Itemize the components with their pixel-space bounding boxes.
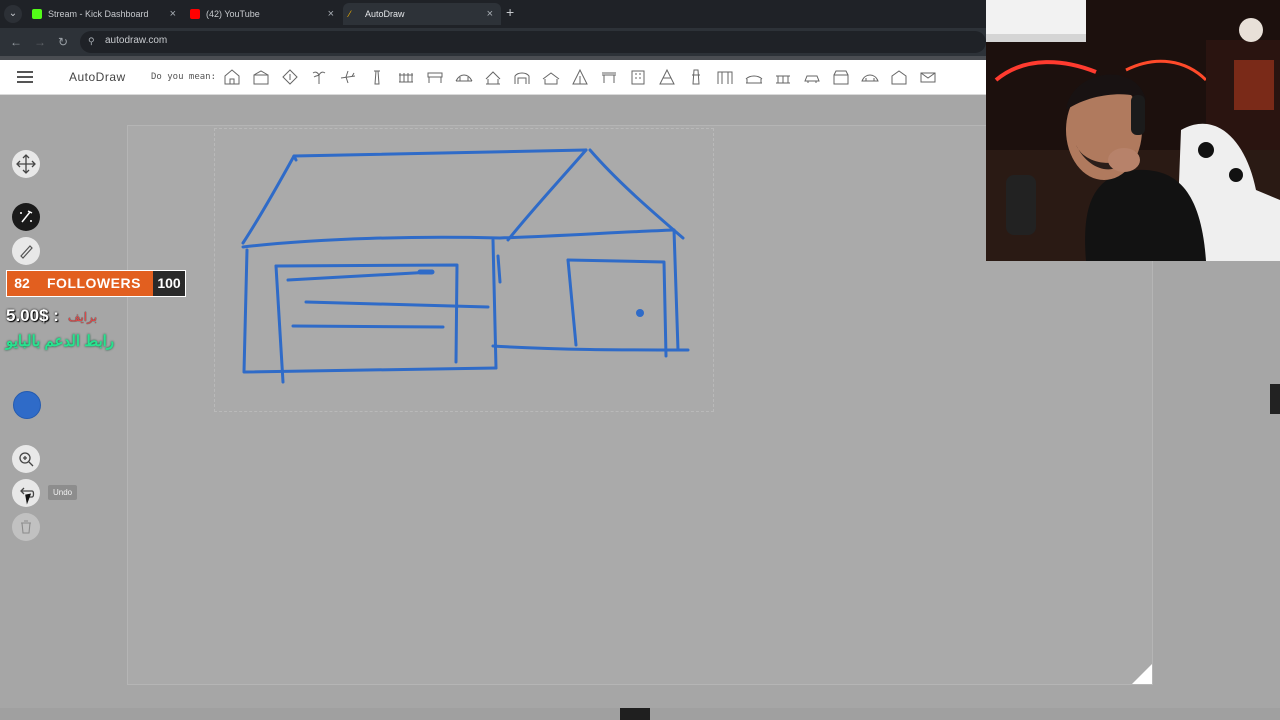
url-field[interactable]: ⚲ autodraw.com (80, 31, 986, 53)
zoom-in-icon (19, 452, 34, 467)
bus-stop-icon[interactable] (483, 67, 503, 87)
building-icon[interactable] (628, 67, 648, 87)
suggestions-label: Do you mean: (151, 72, 217, 82)
webcam-overlay (986, 0, 1280, 261)
house-icon[interactable] (222, 67, 242, 87)
move-tool-button[interactable] (12, 150, 40, 178)
tab-title: (42) YouTube (206, 9, 260, 19)
lighthouse-icon[interactable] (367, 67, 387, 87)
airplane-icon[interactable] (338, 67, 358, 87)
followers-goal: 100 (153, 271, 185, 296)
autodraw-tool-button[interactable] (12, 203, 40, 231)
autodraw-favicon-icon: ⁄ (349, 9, 351, 19)
close-icon[interactable]: × (328, 3, 334, 25)
pyramid-icon[interactable] (657, 67, 677, 87)
store-icon[interactable] (831, 67, 851, 87)
shelter-icon[interactable] (541, 67, 561, 87)
streamer-webcam-image (986, 0, 1280, 261)
tab-kick-dashboard[interactable]: Stream - Kick Dashboard × (26, 3, 184, 25)
followers-count: 82 (14, 275, 30, 291)
close-icon[interactable]: × (170, 3, 176, 25)
close-icon[interactable]: × (487, 3, 493, 25)
tab-title: AutoDraw (365, 9, 405, 19)
pencil-icon (20, 245, 33, 259)
car-icon[interactable] (802, 67, 822, 87)
fence-icon[interactable] (396, 67, 416, 87)
color-picker-button[interactable] (13, 391, 41, 419)
move-icon (16, 154, 36, 174)
table-icon[interactable] (599, 67, 619, 87)
tab-list-button[interactable]: ⌄ (4, 5, 22, 23)
youtube-icon (190, 9, 200, 19)
followers-goal-widget: 82 FOLLOWERS 100 (6, 270, 186, 297)
forward-icon[interactable]: → (34, 35, 46, 49)
gate-icon[interactable] (715, 67, 735, 87)
site-info-icon[interactable]: ⚲ (88, 36, 95, 47)
undo-tooltip: Undo (48, 485, 78, 500)
stadium-icon[interactable] (860, 67, 880, 87)
drawing-bounding-box (214, 128, 714, 412)
tab-youtube[interactable]: (42) YouTube × (184, 3, 342, 25)
app-title: AutoDraw (69, 70, 126, 84)
kick-icon (32, 9, 42, 19)
tab-title: Stream - Kick Dashboard (48, 9, 149, 19)
bridge-icon[interactable] (454, 67, 474, 87)
reload-icon[interactable]: ↻ (58, 35, 68, 49)
barn-icon[interactable] (251, 67, 271, 87)
scrollbar-thumb[interactable] (1270, 384, 1280, 414)
tab-autodraw[interactable]: ⁄ AutoDraw × (343, 3, 501, 25)
shed-icon[interactable] (280, 67, 300, 87)
followers-label: FOLLOWERS (47, 275, 141, 291)
suggestion-strip (222, 67, 938, 87)
tent-icon[interactable] (570, 67, 590, 87)
autodraw-icon (20, 210, 33, 223)
donation-link-text: رابط الدعم بالبايو (6, 333, 115, 350)
garage-icon[interactable] (512, 67, 532, 87)
bridge-icon[interactable] (744, 67, 764, 87)
zoom-tool-button[interactable] (12, 445, 40, 473)
trash-icon (21, 520, 31, 534)
donor-name: برايف (68, 310, 98, 324)
horizontal-scrollbar-thumb[interactable] (620, 708, 650, 720)
tower-icon[interactable] (686, 67, 706, 87)
wall-icon[interactable] (773, 67, 793, 87)
url-text: autodraw.com (105, 35, 168, 46)
canvas-resize-handle[interactable] (1132, 664, 1152, 684)
delete-button[interactable] (12, 513, 40, 541)
hamburger-menu-icon[interactable] (17, 71, 33, 83)
palm-tree-icon[interactable] (309, 67, 329, 87)
house-icon[interactable] (889, 67, 909, 87)
envelope-icon[interactable] (918, 67, 938, 87)
bench-icon[interactable] (425, 67, 445, 87)
draw-tool-button[interactable] (12, 237, 40, 265)
back-icon[interactable]: ← (10, 35, 22, 49)
donation-amount: 5.00$ : (6, 306, 59, 325)
new-tab-button[interactable]: + (506, 4, 514, 20)
